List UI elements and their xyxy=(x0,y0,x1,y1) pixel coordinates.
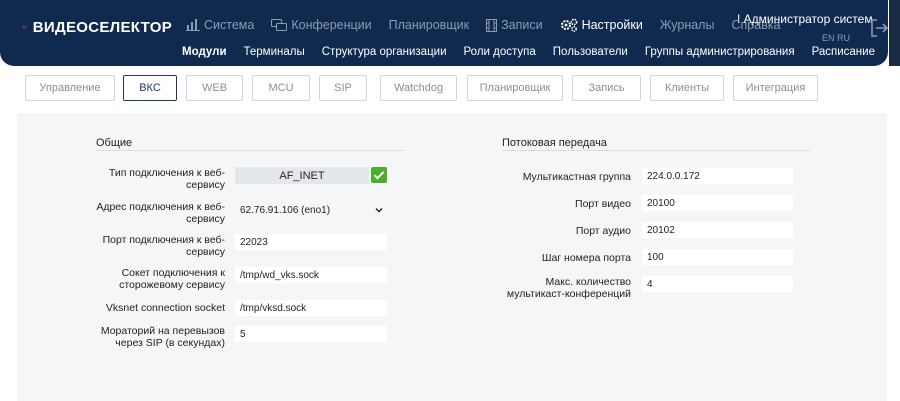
chat-icon xyxy=(271,18,288,31)
moratorium-label: Мораторий на перевызов через SIP (в секу… xyxy=(100,325,225,349)
tab-web[interactable]: WEB xyxy=(186,75,243,101)
socket-input[interactable]: /tmp/wd_vks.sock xyxy=(235,267,387,283)
tab-management[interactable]: Управление xyxy=(25,75,115,101)
subnav-terminals[interactable]: Терминалы xyxy=(244,46,305,58)
vksnet-label: Vksnet connection socket xyxy=(105,302,225,314)
nav-system-label: Система xyxy=(204,18,255,32)
sub-navigation: Модули Терминалы Структура организации Р… xyxy=(182,44,892,60)
general-divider xyxy=(96,150,404,151)
port-label: Порт подключения к веб-сервису xyxy=(102,234,225,258)
address-label: Адрес подключения к веб-сервису xyxy=(96,201,225,225)
logo[interactable]: ВИДЕОСЕЛЕКТОР xyxy=(22,10,172,44)
connection-type-field[interactable]: AF_INET xyxy=(235,167,369,184)
multicast-input[interactable]: 224.0.0.172 xyxy=(642,168,793,184)
top-header: ВИДЕОСЕЛЕКТОР Система Конференции Планир… xyxy=(0,0,900,66)
max-conf-input[interactable]: 4 xyxy=(642,276,793,292)
address-select-value: 62.76.91.106 (eno1) xyxy=(240,204,331,216)
socket-label: Сокет подключения к сторожевому сервису xyxy=(119,267,225,291)
settings-panel: Общие Тип подключения к веб-сервису AF_I… xyxy=(17,113,887,401)
tab-clients[interactable]: Клиенты xyxy=(650,75,724,101)
subnav-org-structure[interactable]: Структура организации xyxy=(322,46,447,58)
nav-journals-label: Журналы xyxy=(659,18,715,32)
nav-conferences[interactable]: Конференции xyxy=(271,18,372,32)
port-input[interactable]: 22023 xyxy=(235,234,387,250)
language-switch[interactable]: EN RU xyxy=(822,33,850,43)
chevron-down-icon xyxy=(375,208,383,213)
chart-icon xyxy=(186,19,200,31)
tab-recording[interactable]: Запись xyxy=(572,75,641,101)
tab-mcu[interactable]: MCU xyxy=(252,75,310,101)
nav-settings-label: Настройки xyxy=(581,18,643,32)
nav-system[interactable]: Система xyxy=(186,18,254,32)
address-select[interactable]: 62.76.91.106 (eno1) xyxy=(235,202,387,218)
logo-icon xyxy=(22,25,27,29)
main-navigation: Система Конференции Планировщик Записи Н… xyxy=(186,12,798,38)
nav-journals[interactable]: Журналы xyxy=(660,18,715,32)
tab-scheduler[interactable]: Планировщик xyxy=(467,75,563,101)
nav-scheduler[interactable]: Планировщик xyxy=(389,18,469,32)
gears-icon xyxy=(560,18,577,32)
user-name[interactable]: ! Администратор систем xyxy=(737,12,873,26)
nav-scheduler-label: Планировщик xyxy=(388,18,470,32)
tab-sip[interactable]: SIP xyxy=(319,75,367,101)
subnav-admin-groups[interactable]: Группы администрирования xyxy=(645,46,795,58)
port-step-input[interactable]: 100 xyxy=(642,249,793,265)
nav-records[interactable]: Записи xyxy=(486,18,543,32)
nav-records-label: Записи xyxy=(501,18,543,32)
port-step-label: Шаг номера порта xyxy=(541,252,631,264)
video-port-label: Порт видео xyxy=(575,198,631,210)
connection-type-check[interactable] xyxy=(371,167,387,183)
multicast-label: Мультикастная группа xyxy=(522,171,631,183)
subnav-schedule[interactable]: Расписание xyxy=(812,46,875,58)
audio-port-label: Порт аудио xyxy=(575,225,631,237)
subnav-modules[interactable]: Модули xyxy=(182,46,227,58)
nav-conferences-label: Конференции xyxy=(291,18,372,32)
audio-port-input[interactable]: 20102 xyxy=(642,222,793,238)
video-port-input[interactable]: 20100 xyxy=(642,195,793,211)
tab-watchdog[interactable]: Watchdog xyxy=(380,75,457,101)
connection-type-label: Тип подключения к веб-сервису xyxy=(108,167,225,191)
logo-text: ВИДЕОСЕЛЕКТОР xyxy=(32,18,172,36)
subnav-access-roles[interactable]: Роли доступа xyxy=(464,46,536,58)
max-conf-label: Макс. количество мультикаст-конференций xyxy=(506,276,631,300)
tab-vks[interactable]: ВКС xyxy=(123,75,177,101)
film-icon xyxy=(486,18,498,32)
tab-integration[interactable]: Интеграция xyxy=(733,75,818,101)
streaming-divider xyxy=(502,150,810,151)
nav-settings[interactable]: Настройки xyxy=(560,18,643,32)
vksnet-input[interactable]: /tmp/vksd.sock xyxy=(235,300,387,316)
moratorium-input[interactable]: 5 xyxy=(235,326,387,342)
logout-icon[interactable] xyxy=(869,18,889,38)
checkmark-icon xyxy=(373,171,385,180)
streaming-section-title: Потоковая передача xyxy=(502,137,607,149)
general-section-title: Общие xyxy=(96,137,133,149)
subnav-users[interactable]: Пользователи xyxy=(553,46,628,58)
